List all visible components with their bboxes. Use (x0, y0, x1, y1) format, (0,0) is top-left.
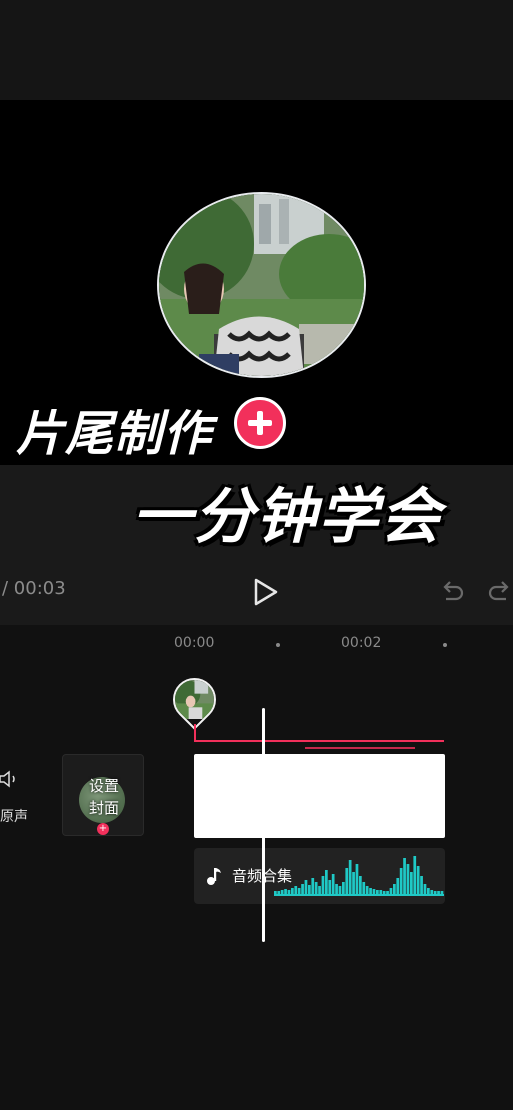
preview-photo-circle (157, 192, 366, 378)
ruler-label: 00:00 (174, 635, 215, 651)
speaker-icon[interactable] (0, 770, 18, 788)
cover-label-line: 设置 (88, 777, 119, 795)
ruler-dot (443, 643, 447, 647)
set-cover-button[interactable]: 设置 封面 + (62, 754, 144, 836)
effect-track-line[interactable] (194, 740, 444, 742)
redo-button[interactable] (486, 578, 513, 606)
add-cover-icon: + (97, 823, 109, 835)
effect-track-line[interactable] (305, 747, 415, 749)
ruler-label: 00:02 (341, 635, 382, 651)
play-button[interactable] (248, 575, 282, 609)
plus-icon (234, 397, 286, 449)
play-icon (254, 578, 278, 606)
marker-line (194, 724, 196, 741)
ruler-dot (276, 643, 280, 647)
audio-waveform (274, 856, 444, 896)
music-note-icon (207, 868, 221, 885)
undo-icon (443, 581, 464, 601)
cover-label: 设置 封面 (63, 775, 145, 819)
redo-icon (488, 581, 509, 601)
undo-button[interactable] (438, 578, 466, 606)
video-clip[interactable] (194, 754, 445, 838)
overlay-headline: 片尾制作 (16, 406, 213, 462)
original-sound-label[interactable]: 原声 (0, 806, 28, 826)
cover-label-line: 封面 (88, 799, 119, 817)
overlay-subheadline: 一分钟学会 (132, 482, 442, 552)
playhead[interactable] (262, 708, 265, 942)
timecode-display: / 00:03 (2, 578, 66, 599)
audio-clip[interactable]: 音频合集 (194, 848, 445, 904)
status-bar (0, 0, 513, 100)
